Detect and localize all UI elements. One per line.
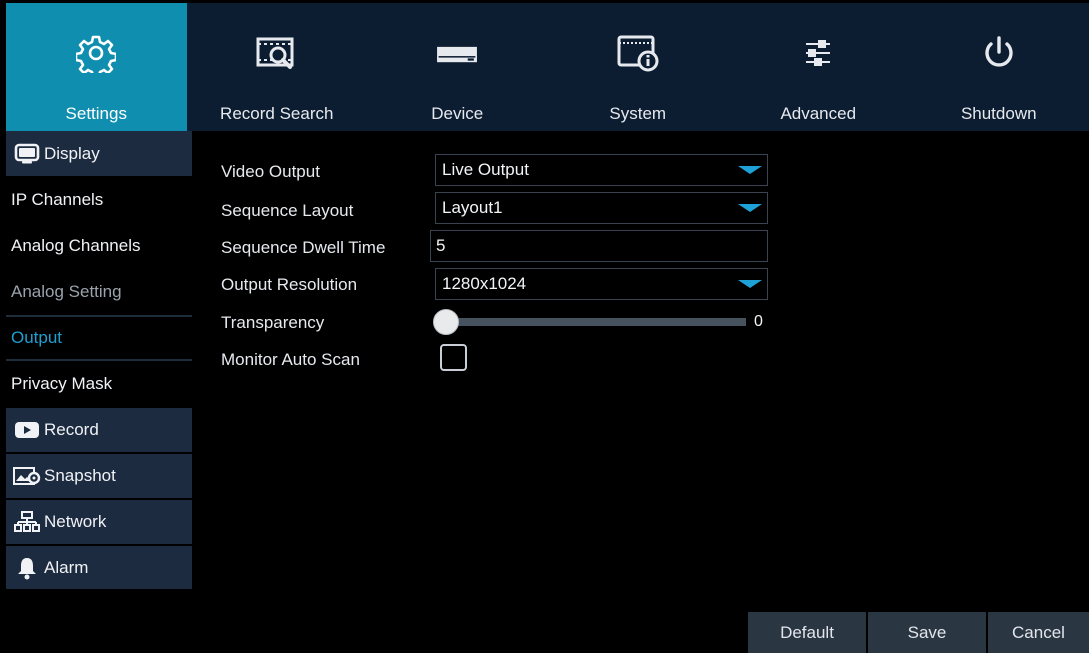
sidebar-item-analog-setting[interactable]: Analog Setting — [6, 270, 192, 314]
tab-settings[interactable]: Settings — [6, 3, 187, 131]
sequence-layout-value: Layout1 — [442, 198, 503, 217]
transparency-label: Transparency — [221, 313, 325, 332]
output-settings-panel: Video Output Live Output Sequence Layout… — [192, 131, 1089, 653]
video-output-label: Video Output — [221, 162, 320, 181]
sidebar-item-display-label: Display — [44, 143, 100, 163]
sidebar-item-privacy-mask[interactable]: Privacy Mask — [6, 361, 192, 406]
transparency-slider[interactable] — [433, 309, 746, 335]
tab-record-search-label: Record Search — [220, 104, 334, 123]
sidebar-item-alarm[interactable]: Alarm — [6, 546, 192, 589]
power-icon — [976, 33, 1022, 73]
chevron-down-icon[interactable] — [735, 157, 765, 183]
snapshot-icon — [10, 466, 44, 486]
chevron-down-icon[interactable] — [735, 195, 765, 221]
output-resolution-label: Output Resolution — [221, 275, 358, 294]
record-search-icon — [254, 33, 300, 73]
sidebar-item-snapshot[interactable]: Snapshot — [6, 454, 192, 498]
tab-device[interactable]: Device — [367, 3, 548, 131]
record-icon — [10, 420, 44, 440]
system-info-icon — [615, 33, 661, 73]
transparency-slider-handle[interactable] — [433, 309, 459, 335]
sequence-dwell-time-label: Sequence Dwell Time — [221, 238, 386, 257]
sidebar-item-network-label: Network — [44, 512, 107, 531]
network-icon — [10, 511, 44, 533]
top-navigation: Settings Record Search Device System Adv… — [6, 3, 1089, 131]
transparency-value: 0 — [754, 313, 763, 330]
video-output-value: Live Output — [442, 160, 529, 179]
tab-advanced-label: Advanced — [780, 104, 857, 123]
sidebar-item-network[interactable]: Network — [6, 500, 192, 544]
tab-settings-label: Settings — [65, 104, 127, 123]
sequence-layout-label: Sequence Layout — [221, 201, 354, 220]
output-resolution-value: 1280x1024 — [442, 274, 527, 293]
sidebar-item-snapshot-label: Snapshot — [44, 466, 116, 485]
tab-record-search[interactable]: Record Search — [187, 3, 368, 131]
tab-shutdown[interactable]: Shutdown — [909, 3, 1089, 131]
sliders-icon — [795, 33, 841, 73]
sidebar-item-analog-setting-label: Analog Setting — [11, 282, 122, 301]
sidebar-item-privacy-mask-label: Privacy Mask — [11, 373, 113, 393]
tab-shutdown-label: Shutdown — [960, 104, 1037, 123]
sidebar-item-record-label: Record — [44, 420, 99, 439]
sequence-layout-dropdown[interactable]: Layout1 — [435, 192, 768, 224]
monitor-icon — [10, 143, 44, 165]
tab-system[interactable]: System — [548, 3, 729, 131]
sidebar-item-record[interactable]: Record — [6, 408, 192, 452]
bell-icon — [10, 556, 44, 580]
sidebar-item-analog-channels[interactable]: Analog Channels — [6, 224, 192, 268]
tab-advanced[interactable]: Advanced — [728, 3, 909, 131]
sidebar-item-ip-channels-label: IP Channels — [11, 190, 104, 209]
sidebar-item-output[interactable]: Output — [6, 317, 192, 359]
cancel-button[interactable]: Cancel — [988, 612, 1089, 653]
sidebar: Display IP Channels Analog Channels Anal… — [6, 131, 192, 653]
sidebar-item-output-label: Output — [11, 328, 63, 347]
chevron-down-icon[interactable] — [735, 271, 765, 297]
output-resolution-dropdown[interactable]: 1280x1024 — [435, 268, 768, 300]
gear-icon — [73, 33, 119, 73]
sequence-dwell-time-value: 5 — [436, 236, 446, 255]
sidebar-item-ip-channels[interactable]: IP Channels — [6, 178, 192, 222]
sidebar-item-analog-channels-label: Analog Channels — [11, 236, 141, 255]
sequence-dwell-time-input[interactable]: 5 — [430, 230, 768, 262]
default-button[interactable]: Default — [748, 612, 866, 653]
hard-drive-icon — [434, 33, 480, 73]
save-button[interactable]: Save — [868, 612, 986, 653]
video-output-dropdown[interactable]: Live Output — [435, 154, 768, 186]
sidebar-item-alarm-label: Alarm — [44, 557, 89, 577]
monitor-auto-scan-checkbox[interactable] — [440, 344, 467, 371]
tab-device-label: Device — [431, 104, 484, 123]
tab-system-label: System — [609, 104, 667, 123]
sidebar-item-display[interactable]: Display — [6, 131, 192, 176]
monitor-auto-scan-label: Monitor Auto Scan — [221, 350, 360, 369]
